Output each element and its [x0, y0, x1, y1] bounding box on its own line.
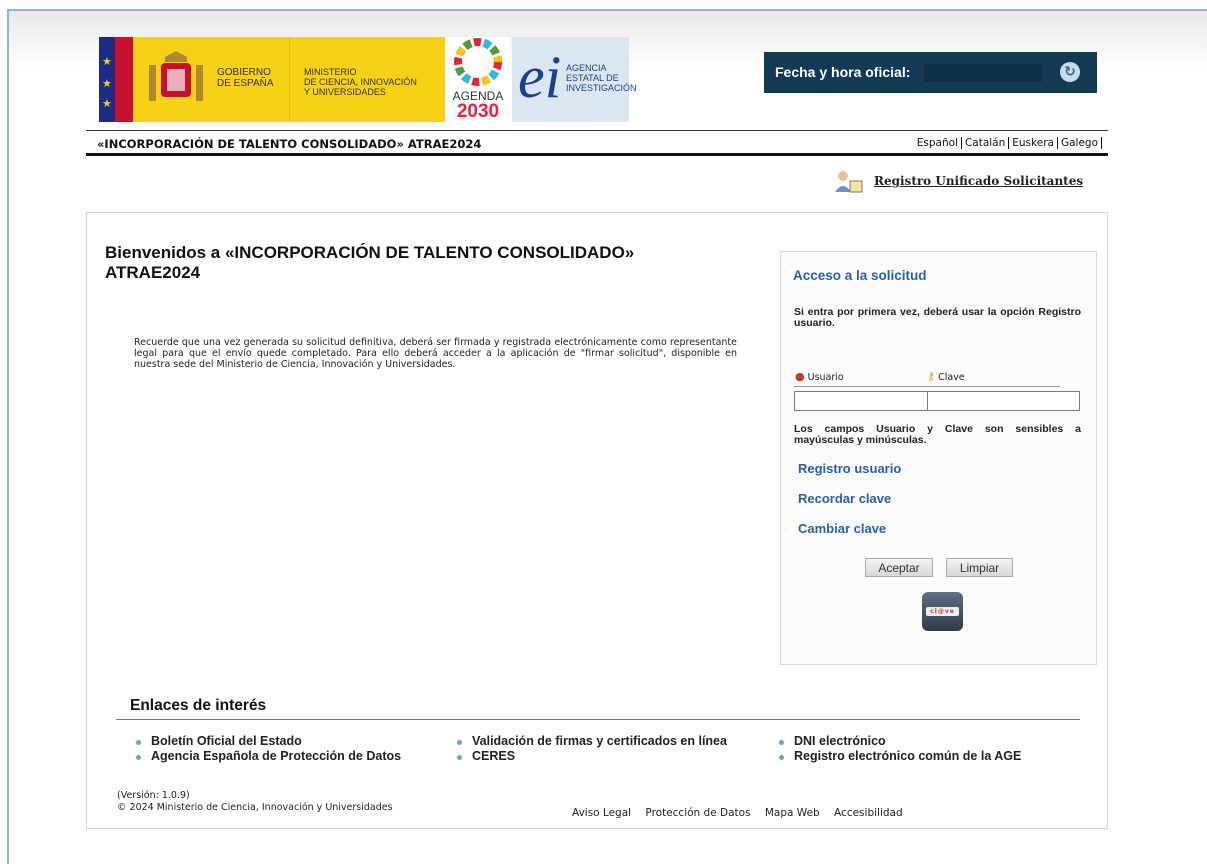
- footer-links: Aviso Legal Protección de Datos Mapa Web…: [572, 807, 914, 819]
- language-selector: Español Catalán Euskera Galego: [913, 137, 1102, 149]
- user-register-icon: [835, 171, 863, 193]
- copyright: © 2024 Ministerio de Ciencia, Innovación…: [117, 802, 393, 813]
- version-info: (Versión: 1.0.9) © 2024 Ministerio de Ci…: [117, 790, 393, 814]
- enlaces-title: Enlaces de interés: [130, 697, 267, 714]
- first-time-note: Si entra por primera vez, deberá usar la…: [794, 306, 1081, 329]
- login-title: Acceso a la solicitud: [793, 268, 927, 283]
- gobierno-text: GOBIERNO DE ESPAÑA: [217, 67, 274, 89]
- limpiar-button[interactable]: Limpiar: [946, 558, 1013, 577]
- link-registro-age[interactable]: Registro electrónico común de la AGE: [777, 749, 1021, 764]
- agenda-year: 2030: [456, 101, 500, 122]
- clave-input[interactable]: [927, 391, 1080, 411]
- clock-label: Fecha y hora oficial:: [775, 64, 911, 80]
- agenda-2030-logo: AGENDA 2030: [446, 37, 510, 122]
- link-dni[interactable]: DNI electrónico: [777, 734, 1021, 749]
- enlaces-col-3: DNI electrónico Registro electrónico com…: [777, 734, 1021, 764]
- registro-unificado-link[interactable]: Registro Unificado Solicitantes: [874, 174, 1083, 188]
- version: (Versión: 1.0.9): [117, 790, 190, 801]
- aei-mark: ei: [518, 44, 562, 110]
- clave-logo-text: cl@ve: [926, 607, 959, 616]
- clave-label: ⚷ Clave: [927, 370, 965, 383]
- eu-flag-icon: ★ ★ ★: [99, 37, 133, 122]
- clock-value: [924, 64, 1042, 82]
- official-clock: Fecha y hora oficial: ↻: [764, 52, 1097, 93]
- aei-logo: ei AGENCIA ESTATAL DE INVESTIGACIÓN: [512, 37, 637, 122]
- user-icon: ●: [795, 370, 805, 383]
- enlaces-col-1: Boletín Oficial del Estado Agencia Españ…: [134, 734, 401, 764]
- key-icon: ⚷: [927, 370, 936, 383]
- login-box: Acceso a la solicitud Si entra por prime…: [780, 251, 1097, 665]
- case-sensitive-note: Los campos Usuario y Clave son sensibles…: [794, 423, 1081, 446]
- proteccion-datos-link[interactable]: Protección de Datos: [645, 807, 750, 819]
- refresh-icon[interactable]: ↻: [1060, 62, 1080, 82]
- aceptar-button[interactable]: Aceptar: [865, 558, 933, 577]
- lang-ca[interactable]: Catalán: [961, 137, 1010, 149]
- welcome-info: Recuerde que una vez generada su solicit…: [134, 337, 737, 370]
- accesibilidad-link[interactable]: Accesibilidad: [834, 807, 903, 819]
- mapa-web-link[interactable]: Mapa Web: [765, 807, 820, 819]
- welcome-title: Bienvenidos a «INCORPORACIÓN DE TALENTO …: [105, 243, 635, 282]
- title-bar: «INCORPORACIÓN DE TALENTO CONSOLIDADO» A…: [86, 130, 1108, 156]
- lang-gl[interactable]: Galego: [1057, 137, 1102, 149]
- link-boe[interactable]: Boletín Oficial del Estado: [134, 734, 401, 749]
- link-aepd[interactable]: Agencia Española de Protección de Datos: [134, 749, 401, 764]
- aei-text: AGENCIA ESTATAL DE INVESTIGACIÓN: [566, 63, 637, 93]
- usuario-label: ● Usuario: [795, 370, 844, 383]
- aviso-legal-link[interactable]: Aviso Legal: [572, 807, 631, 819]
- gobierno-logo: ★ ★ ★ GOBIERNO DE ESPAÑA MINISTERIO DE CIE…: [99, 37, 445, 122]
- recordar-clave-link[interactable]: Recordar clave: [798, 491, 891, 506]
- registro-usuario-link[interactable]: Registro usuario: [798, 461, 901, 476]
- sdg-wheel-icon: [454, 38, 502, 86]
- coat-of-arms-icon: [149, 51, 203, 101]
- ministerio-text: MINISTERIO DE CIENCIA, INNOVACIÓN Y UNIVER…: [304, 67, 417, 97]
- page-title: «INCORPORACIÓN DE TALENTO CONSOLIDADO» A…: [97, 137, 482, 151]
- cambiar-clave-link[interactable]: Cambiar clave: [798, 521, 886, 536]
- link-ceres[interactable]: CERES: [455, 749, 727, 764]
- lang-es[interactable]: Español: [913, 137, 962, 149]
- usuario-input[interactable]: [794, 391, 928, 411]
- enlaces-col-2: Validación de firmas y certificados en l…: [455, 734, 727, 764]
- lang-eu[interactable]: Euskera: [1009, 137, 1058, 149]
- clave-login-button[interactable]: cl@ve: [922, 592, 963, 631]
- link-validacion[interactable]: Validación de firmas y certificados en l…: [455, 734, 727, 749]
